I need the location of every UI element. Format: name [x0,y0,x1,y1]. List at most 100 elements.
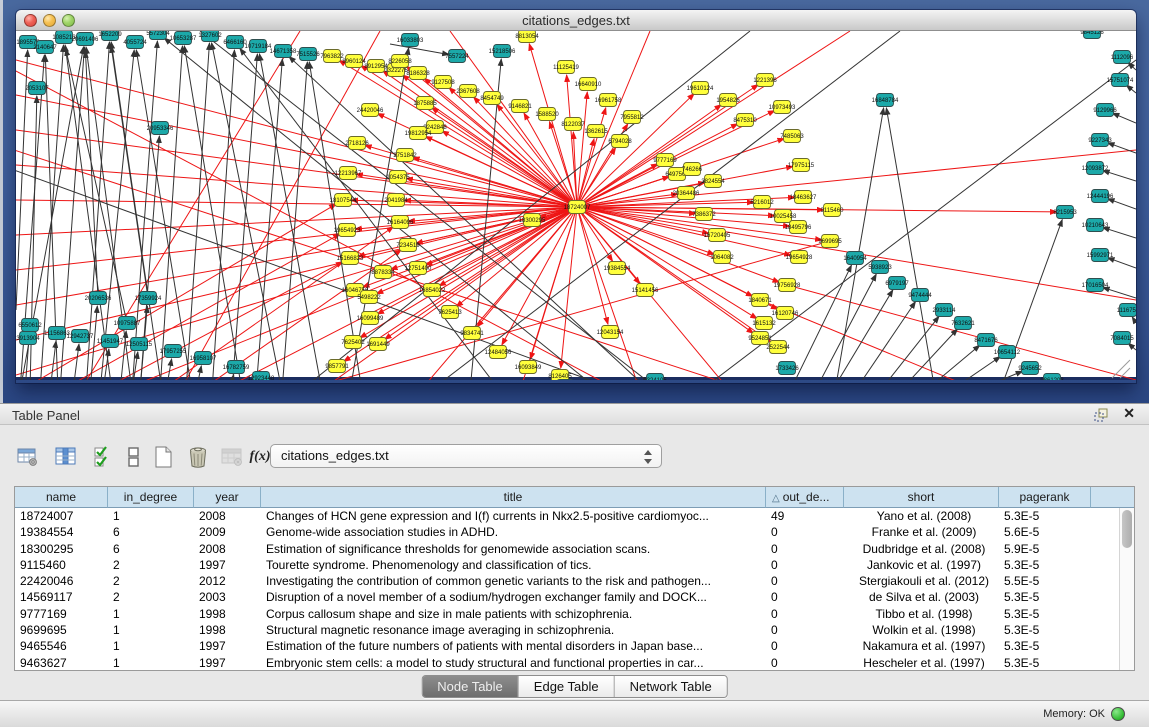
graph-node[interactable] [1120,304,1137,317]
graph-node[interactable] [793,159,810,172]
graph-node[interactable] [912,289,929,302]
graph-node[interactable] [131,338,148,351]
tab-network-table[interactable]: Network Table [615,676,727,697]
table-cell[interactable]: 0 [766,541,844,557]
network-desktop[interactable]: citations_edges.txt 18955792140647108521… [0,0,1149,403]
graph-node[interactable] [22,319,39,332]
graph-node[interactable] [20,332,37,345]
graph-edge[interactable] [855,302,916,380]
graph-edge[interactable] [300,241,830,380]
graph-node[interactable] [795,191,812,204]
table-cell[interactable]: 5.5E-5 [999,573,1091,589]
graph-edge[interactable] [111,46,148,298]
graph-edge[interactable] [925,345,980,380]
graph-node[interactable] [410,127,427,140]
graph-node[interactable] [102,335,119,348]
table-cell[interactable]: 0 [766,524,844,540]
close-panel-icon[interactable]: ✕ [1123,405,1135,422]
tab-node-table[interactable]: Node Table [422,676,519,697]
graph-node[interactable] [370,338,387,351]
table-cell[interactable]: 14569117 [15,589,108,605]
table-cell[interactable]: Genome-wide association studies in ADHD. [261,524,766,540]
graph-node[interactable] [692,82,709,95]
graph-node[interactable] [324,50,341,63]
graph-node[interactable] [442,306,459,319]
graph-node[interactable] [756,317,773,330]
delete-table-button[interactable] [186,445,210,469]
table-cell[interactable]: 19384554 [15,524,108,540]
graph-node[interactable] [637,284,654,297]
graph-node[interactable] [165,345,182,358]
table-cell[interactable]: 2008 [194,541,261,557]
table-cell[interactable]: 2 [108,573,194,589]
graph-node[interactable] [752,332,769,345]
table-cell[interactable]: 2 [108,557,194,573]
graph-node[interactable] [1084,31,1101,39]
graph-node[interactable] [824,204,841,217]
table-cell[interactable]: 1997 [194,638,261,654]
graph-node[interactable] [520,361,537,374]
table-cell[interactable]: 2009 [194,524,261,540]
graph-node[interactable] [1114,51,1131,64]
graph-node[interactable] [464,327,481,340]
graph-node[interactable] [250,40,267,53]
graph-node[interactable] [609,262,626,275]
graph-node[interactable] [195,352,212,365]
graph-node[interactable] [77,33,94,46]
graph-node[interactable] [569,201,586,214]
table-cell[interactable]: 5.9E-5 [999,541,1091,557]
table-cell[interactable]: Tourette syndrome. Phenomenology and cla… [261,557,766,573]
window-resize-grip[interactable] [1112,360,1130,378]
graph-edge[interactable] [1108,199,1136,209]
table-cell[interactable]: 5.3E-5 [999,622,1091,638]
graph-edge[interactable] [16,207,577,235]
graph-node[interactable] [335,194,352,207]
table-cell[interactable]: 9463627 [15,655,108,671]
graph-node[interactable] [349,137,366,150]
table-row[interactable]: 946554611997Estimation of the future num… [15,638,1134,654]
graph-node[interactable] [253,372,270,381]
function-builder-button[interactable]: f(x) [248,445,272,469]
graph-node[interactable] [175,32,192,45]
table-cell[interactable]: 1997 [194,655,261,671]
graph-node[interactable] [775,210,792,223]
table-row[interactable]: 946362711997Embryonic stem cells: a mode… [15,655,1134,671]
graph-node[interactable] [392,216,409,229]
graph-edge[interactable] [1103,170,1136,181]
table-cell[interactable]: Estimation of significance thresholds fo… [261,541,766,557]
graph-edge[interactable] [577,207,613,261]
graph-edge[interactable] [220,207,577,380]
graph-node[interactable] [999,346,1016,359]
graph-node[interactable] [1087,279,1104,292]
graph-edge[interactable] [577,207,771,342]
graph-node[interactable] [565,118,582,131]
table-cell[interactable]: 0 [766,557,844,573]
select-columns-button[interactable] [54,445,78,469]
table-cell[interactable]: 9699695 [15,622,108,638]
table-cell[interactable]: Yano et al. (2008) [844,508,999,524]
table-cell[interactable]: Investigating the contribution of common… [261,573,766,589]
graph-node[interactable] [684,163,701,176]
graph-node[interactable] [558,61,575,74]
graph-node[interactable] [72,330,89,343]
graph-node[interactable] [709,229,726,242]
graph-node[interactable] [56,31,73,44]
graph-node[interactable] [779,279,796,292]
graph-edge[interactable] [73,344,79,380]
graph-node[interactable] [777,307,794,320]
table-cell[interactable]: Dudbridge et al. (2008) [844,541,999,557]
table-cell[interactable]: 9115460 [15,557,108,573]
graph-edge[interactable] [561,207,577,368]
graph-node[interactable] [1022,362,1039,375]
network-view[interactable]: 1895579214064710852132069140616522094055… [16,31,1136,380]
table-row[interactable]: 911546021997Tourette syndrome. Phenomeno… [15,557,1134,573]
graph-node[interactable] [361,291,378,304]
graph-node[interactable] [1092,249,1109,262]
table-row[interactable]: 1830029562008Estimation of significance … [15,541,1134,557]
graph-edge[interactable] [350,48,409,380]
graph-node[interactable] [588,125,605,138]
network-view-window[interactable]: citations_edges.txt 18955792140647108521… [16,10,1136,383]
graph-node[interactable] [524,214,541,227]
graph-edge[interactable] [339,60,577,207]
graph-edge[interactable] [1112,113,1136,123]
